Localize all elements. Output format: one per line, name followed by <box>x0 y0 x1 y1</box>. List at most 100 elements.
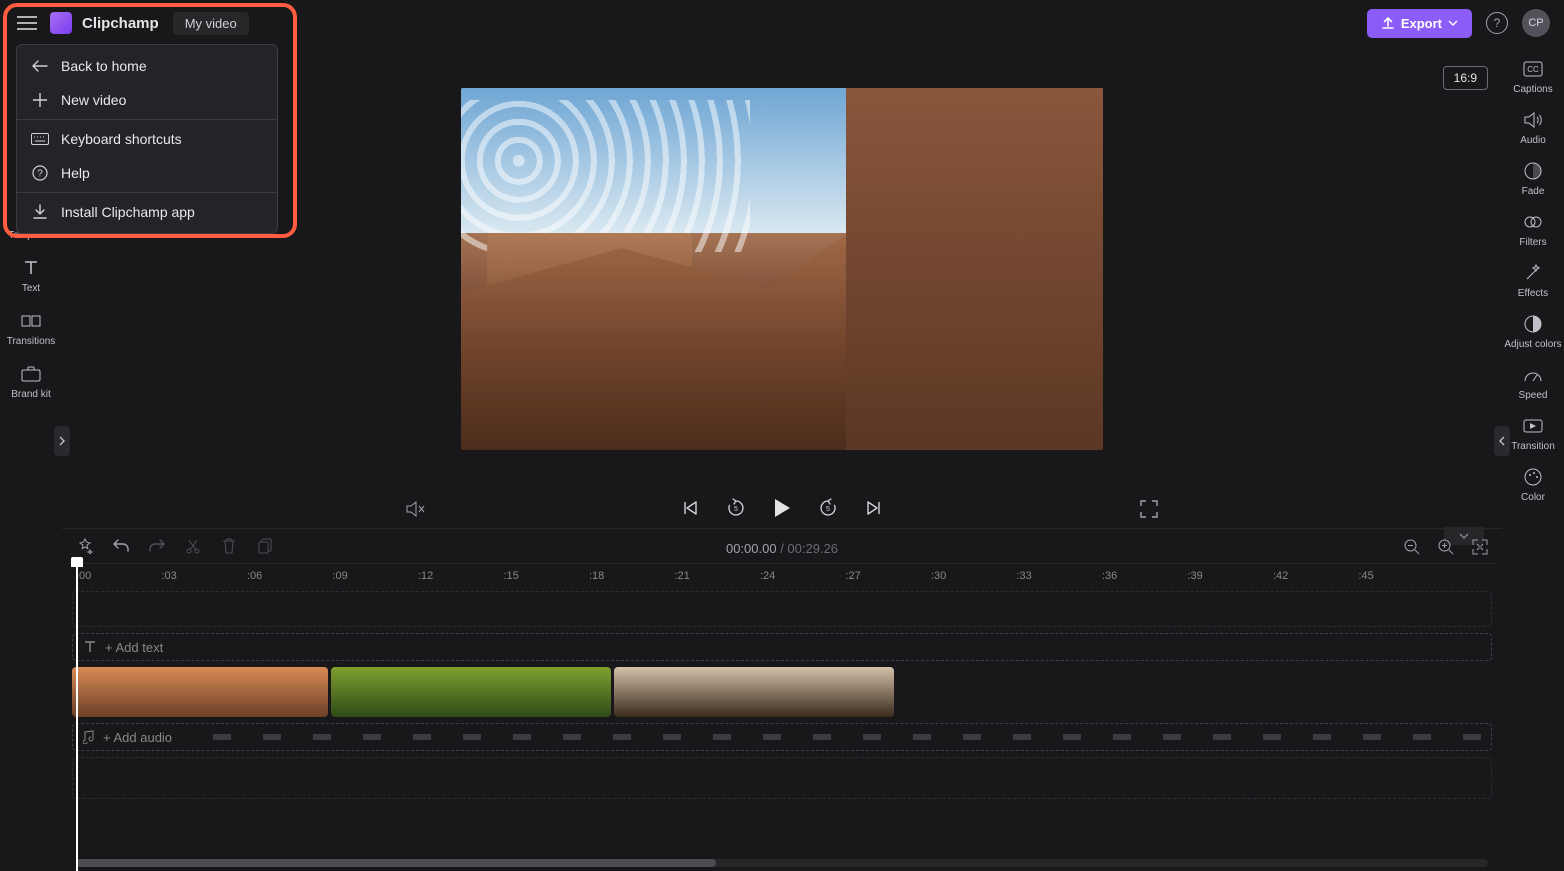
menu-back-to-home[interactable]: Back to home <box>17 49 277 83</box>
ruler-tick: :30 <box>931 570 946 582</box>
timeline-area: 00:00.00 / 00:29.26 :00:03:06:09:12:15:1… <box>62 528 1502 871</box>
speedometer-icon <box>1522 364 1544 386</box>
filters-icon <box>1522 211 1544 233</box>
copy-button[interactable] <box>256 537 274 555</box>
add-audio-track[interactable]: + Add audio <box>72 723 1492 751</box>
skip-prev-button[interactable] <box>678 496 702 520</box>
menu-install-app[interactable]: Install Clipchamp app <box>17 195 277 229</box>
help-button[interactable]: ? <box>1486 12 1508 34</box>
right-sidebar: CC Captions Audio Fade Filters Effects A… <box>1502 46 1564 871</box>
ruler-tick: :12 <box>418 570 433 582</box>
fade-icon <box>1522 160 1544 182</box>
hamburger-menu-button[interactable] <box>14 10 40 36</box>
captions-icon: CC <box>1522 58 1544 80</box>
sidebar-item-label: Transitions <box>7 336 56 347</box>
time-separator: / <box>777 541 788 556</box>
timeline-scrollbar[interactable] <box>76 859 1488 867</box>
sidebar-item-brand-kit[interactable]: Brand kit <box>11 363 50 400</box>
skip-next-button[interactable] <box>862 496 886 520</box>
menu-new-video[interactable]: New video <box>17 83 277 117</box>
menu-item-label: New video <box>61 92 126 108</box>
menu-help[interactable]: ? Help <box>17 156 277 190</box>
track-empty-top[interactable] <box>72 591 1492 627</box>
sidebar-item-fade[interactable]: Fade <box>1522 160 1545 197</box>
ruler-tick: :06 <box>247 570 262 582</box>
download-icon <box>31 204 49 220</box>
audio-waveform <box>213 734 1491 740</box>
rewind-5s-button[interactable]: 5 <box>724 496 748 520</box>
video-track <box>72 667 1492 717</box>
text-icon <box>20 257 42 279</box>
undo-button[interactable] <box>112 537 130 555</box>
magic-button[interactable] <box>76 537 94 555</box>
sidebar-item-adjust-colors[interactable]: Adjust colors <box>1504 313 1561 350</box>
sidebar-item-label: Audio <box>1520 135 1546 146</box>
ruler-tick: :33 <box>1017 570 1032 582</box>
fullscreen-button[interactable] <box>1140 500 1158 518</box>
track-empty-bottom[interactable] <box>72 757 1492 799</box>
export-label: Export <box>1401 16 1442 31</box>
sidebar-item-effects[interactable]: Effects <box>1518 262 1548 299</box>
plus-icon <box>31 93 49 107</box>
user-avatar[interactable]: CP <box>1522 9 1550 37</box>
timeline-ruler[interactable]: :00:03:06:09:12:15:18:21:24:27:30:33:36:… <box>68 563 1496 587</box>
sidebar-item-transitions[interactable]: Transitions <box>7 310 56 347</box>
aspect-ratio-button[interactable]: 16:9 <box>1443 66 1488 90</box>
ruler-tick: :18 <box>589 570 604 582</box>
sidebar-item-audio[interactable]: Audio <box>1520 109 1546 146</box>
timeline-tracks: + Add text + Add audio <box>72 591 1492 861</box>
project-name-input[interactable]: My video <box>173 12 249 35</box>
sidebar-item-label: Text <box>22 283 40 294</box>
split-button[interactable] <box>184 537 202 555</box>
menu-separator <box>17 192 277 193</box>
zoom-in-button[interactable] <box>1438 539 1454 555</box>
play-button[interactable] <box>770 496 794 520</box>
video-clip-2[interactable] <box>331 667 611 717</box>
ruler-tick: :15 <box>504 570 519 582</box>
video-clip-1[interactable] <box>72 667 328 717</box>
menu-item-label: Install Clipchamp app <box>61 204 195 220</box>
playhead[interactable] <box>76 561 78 871</box>
preview-canvas[interactable] <box>461 88 1103 450</box>
speaker-icon <box>1522 109 1544 131</box>
ruler-tick: :45 <box>1359 570 1374 582</box>
redo-button[interactable] <box>148 537 166 555</box>
ruler-tick: :21 <box>675 570 690 582</box>
palette-icon <box>1522 466 1544 488</box>
sidebar-item-transition[interactable]: Transition <box>1511 415 1555 452</box>
sidebar-item-label: Adjust colors <box>1504 339 1561 350</box>
zoom-out-button[interactable] <box>1404 539 1420 555</box>
sidebar-item-speed[interactable]: Speed <box>1519 364 1548 401</box>
left-panel-expand-button[interactable] <box>54 426 70 456</box>
sidebar-item-label: Brand kit <box>11 389 50 400</box>
preview-area: 16:9 5 5 <box>62 46 1502 528</box>
export-button[interactable]: Export <box>1367 9 1472 38</box>
ruler-tick: :42 <box>1273 570 1288 582</box>
ruler-tick: :09 <box>333 570 348 582</box>
forward-5s-button[interactable]: 5 <box>816 496 840 520</box>
fullscreen-icon <box>1140 500 1158 518</box>
sidebar-item-color[interactable]: Color <box>1521 466 1545 503</box>
video-clip-3[interactable] <box>614 667 894 717</box>
menu-keyboard-shortcuts[interactable]: Keyboard shortcuts <box>17 122 277 156</box>
delete-button[interactable] <box>220 537 238 555</box>
briefcase-icon <box>20 363 42 385</box>
text-icon <box>83 640 97 654</box>
ruler-tick: :39 <box>1188 570 1203 582</box>
arrow-left-icon <box>31 60 49 72</box>
svg-text:?: ? <box>37 169 43 180</box>
timeline-time-display: 00:00.00 / 00:29.26 <box>726 541 838 556</box>
ruler-tick: :00 <box>76 570 91 582</box>
player-controls: 5 5 <box>62 496 1502 520</box>
total-duration: 00:29.26 <box>787 541 838 556</box>
sidebar-item-filters[interactable]: Filters <box>1519 211 1546 248</box>
app-menu: Back to home New video Keyboard shortcut… <box>16 44 278 234</box>
sidebar-item-label: Effects <box>1518 288 1548 299</box>
zoom-fit-button[interactable] <box>1472 539 1488 555</box>
add-audio-label: + Add audio <box>103 730 172 745</box>
sidebar-item-label: Color <box>1521 492 1545 503</box>
sidebar-item-text[interactable]: Text <box>20 257 42 294</box>
sidebar-item-captions[interactable]: CC Captions <box>1513 58 1552 95</box>
sidebar-item-label: Filters <box>1519 237 1546 248</box>
add-text-track[interactable]: + Add text <box>72 633 1492 661</box>
